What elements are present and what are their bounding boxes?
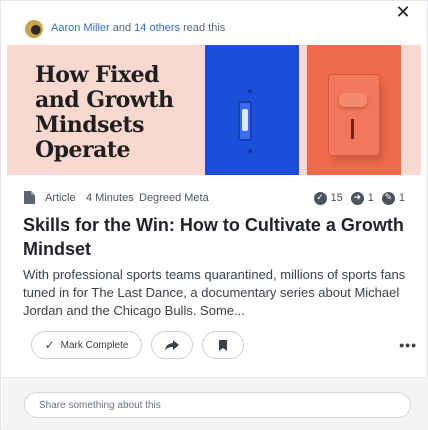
comment-area — [2, 377, 428, 430]
hero-line: and Growth — [35, 87, 174, 113]
dimmer-knob — [339, 93, 367, 107]
screw-icon — [248, 149, 252, 153]
meta-separator: · — [130, 192, 134, 204]
completion-check-icon: ✓ — [313, 191, 327, 205]
share-arrow-icon — [165, 340, 179, 351]
save-button[interactable] — [202, 331, 244, 359]
completion-count: 15 — [330, 192, 343, 204]
article-title[interactable]: Skills for the Win: How to Cultivate a G… — [23, 213, 407, 261]
share-count-icon: ➜ — [350, 191, 364, 205]
article-summary: With professional sports teams quarantin… — [23, 267, 406, 318]
completion-stat[interactable]: ✓ 15 — [313, 191, 343, 205]
screw-icon — [248, 89, 252, 93]
mark-complete-button[interactable]: ✓ Mark Complete — [31, 331, 142, 359]
toggle-switch-illustration — [238, 101, 252, 141]
content-type: Article — [45, 192, 76, 204]
comment-count-icon: ✎ — [381, 191, 395, 205]
readers-bar: Aaron Miller and 14 others read this ✕ — [1, 1, 428, 45]
share-stat[interactable]: ➜ 1 — [350, 191, 374, 205]
dimmer-switch-illustration — [329, 75, 379, 155]
content-provider[interactable]: Degreed Meta — [139, 192, 209, 204]
more-options-icon[interactable]: ••• — [399, 337, 417, 353]
content-duration: 4 Minutes — [86, 192, 134, 204]
engagement-stats: ✓ 15 ➜ 1 ✎ 1 — [306, 190, 405, 206]
hero-image: How Fixed and Growth Mindsets Operate — [7, 45, 421, 175]
hero-line: Operate — [35, 137, 131, 163]
dimmer-slot — [351, 119, 354, 139]
readers-text: Aaron Miller and 14 others read this — [51, 22, 225, 34]
share-button[interactable] — [151, 331, 193, 359]
action-bar: ✓ Mark Complete ••• — [1, 331, 428, 361]
article-icon — [24, 191, 35, 204]
read-suffix: read this — [183, 22, 226, 34]
comment-count: 1 — [398, 192, 405, 204]
others-link[interactable]: 14 others — [134, 22, 180, 34]
red-switch-panel — [307, 45, 401, 175]
avatar[interactable] — [25, 20, 43, 38]
content-detail-card: Aaron Miller and 14 others read this ✕ H… — [0, 0, 428, 430]
checkmark-icon: ✓ — [44, 338, 55, 352]
blue-switch-panel — [205, 45, 299, 175]
comment-stat[interactable]: ✎ 1 — [381, 191, 405, 205]
close-icon[interactable]: ✕ — [393, 3, 413, 23]
comment-input[interactable] — [24, 392, 411, 418]
hero-headline: How Fixed and Growth Mindsets Operate — [35, 63, 210, 163]
mark-complete-label: Mark Complete — [60, 339, 129, 351]
reader-name-link[interactable]: Aaron Miller — [51, 22, 110, 34]
hero-line: Mindsets — [35, 112, 145, 138]
bookmark-icon — [219, 339, 227, 351]
hero-line: How Fixed — [35, 62, 160, 88]
reader-connector: and — [112, 22, 132, 34]
share-count: 1 — [367, 192, 374, 204]
